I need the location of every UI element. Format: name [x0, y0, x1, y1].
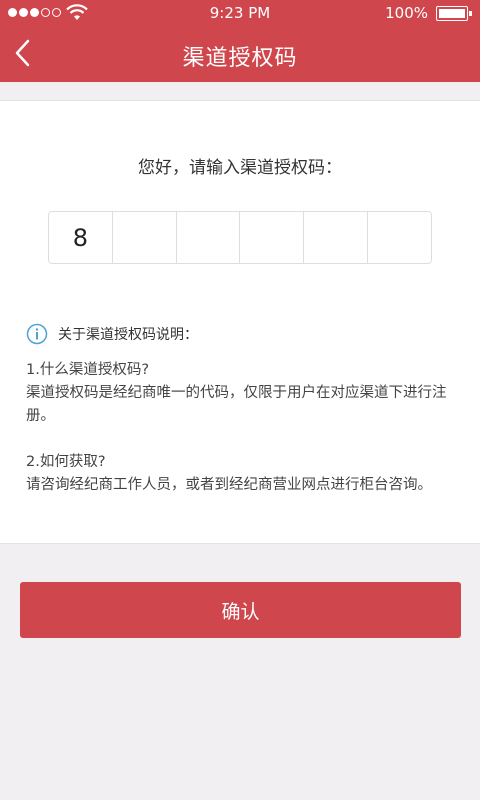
status-bar: 9:23 PM 100%	[0, 0, 480, 26]
battery-percent: 100%	[385, 4, 428, 22]
code-digit-box[interactable]	[240, 212, 305, 263]
code-digit-box[interactable]: 8	[49, 212, 113, 263]
info-description: 1.什么渠道授权码? 渠道授权码是经纪商唯一的代码，仅限于用户在对应渠道下进行注…	[26, 359, 456, 497]
info-answer-2: 请咨询经纪商工作人员，或者到经纪商营业网点进行柜台咨询。	[26, 477, 432, 493]
confirm-button[interactable]: 确认	[20, 582, 461, 638]
app-header: 9:23 PM 100% 渠道授权码	[0, 0, 480, 82]
auth-code-input[interactable]: 8	[48, 211, 432, 264]
spacer	[0, 82, 480, 100]
battery-icon	[436, 6, 472, 21]
info-question-2: 2.如何获取?	[26, 454, 106, 470]
info-title-text: 关于渠道授权码说明：	[58, 327, 198, 343]
info-question-1: 1.什么渠道授权码?	[26, 362, 150, 378]
code-digit-box[interactable]	[176, 212, 241, 263]
code-digit-box[interactable]	[368, 212, 431, 263]
code-digit-box[interactable]	[304, 212, 369, 263]
code-digit-box[interactable]	[112, 212, 177, 263]
info-section-title: 关于渠道授权码说明：	[26, 323, 198, 345]
info-icon	[26, 323, 48, 345]
code-prompt: 您好，请输入渠道授权码：	[138, 158, 342, 178]
auth-code-card: 您好，请输入渠道授权码： 8 关于渠道授权码说明： 1.什么渠道授权码? 渠道授…	[0, 100, 480, 544]
page-title: 渠道授权码	[182, 46, 298, 71]
info-answer-1: 渠道授权码是经纪商唯一的代码，仅限于用户在对应渠道下进行注册。	[26, 385, 447, 424]
